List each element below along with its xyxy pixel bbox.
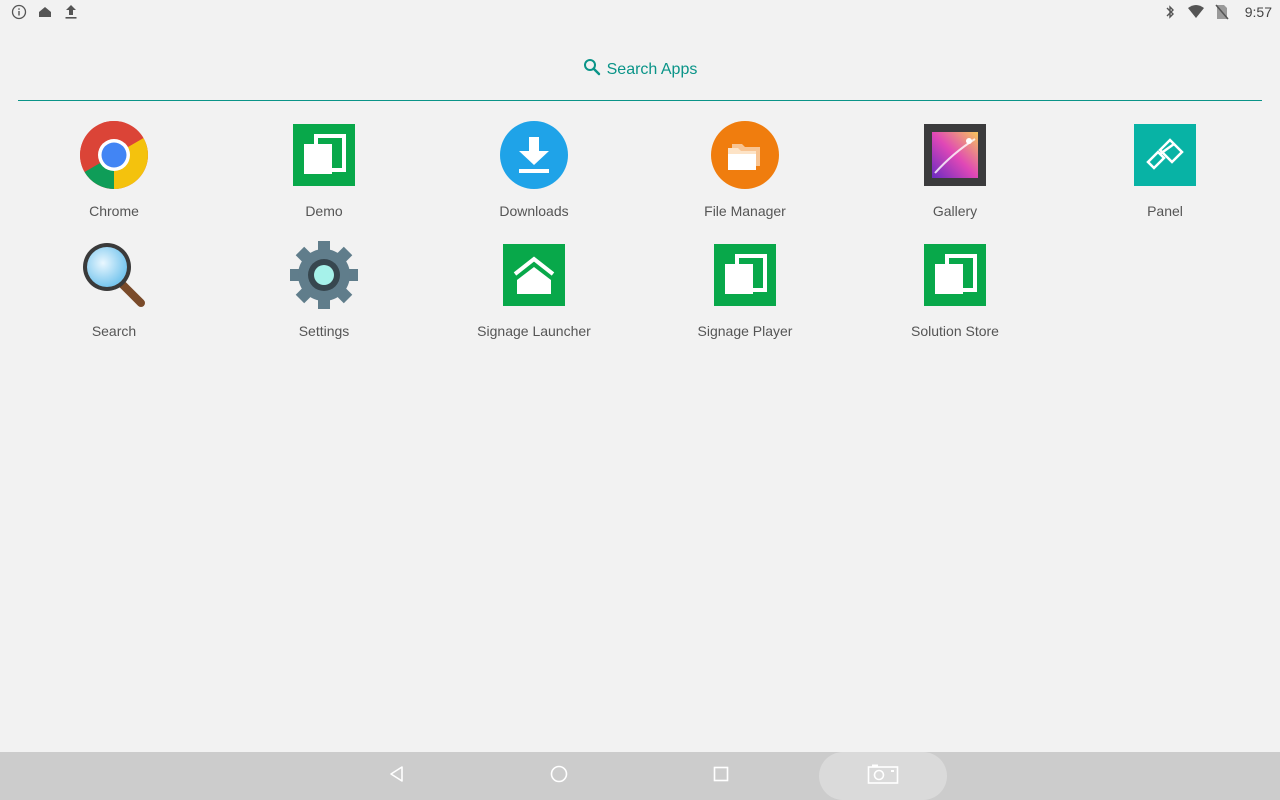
search-apps-label: Search Apps bbox=[606, 60, 698, 78]
navigation-bar bbox=[0, 752, 1280, 800]
status-bar: 9:57 bbox=[0, 0, 1280, 24]
app-settings[interactable]: Settings bbox=[219, 239, 429, 349]
bluetooth-icon bbox=[1161, 3, 1179, 21]
file-manager-icon bbox=[709, 119, 781, 191]
app-label: Solution Store bbox=[911, 323, 999, 339]
signage-player-icon bbox=[709, 239, 781, 311]
home-button[interactable] bbox=[519, 752, 599, 800]
app-file-manager[interactable]: File Manager bbox=[640, 119, 850, 229]
status-time: 9:57 bbox=[1244, 4, 1272, 20]
chrome-icon bbox=[78, 119, 150, 191]
search-icon bbox=[583, 58, 601, 81]
demo-icon bbox=[288, 119, 360, 191]
upload-icon bbox=[62, 3, 80, 21]
app-gallery[interactable]: Gallery bbox=[850, 119, 1060, 229]
app-label: Settings bbox=[298, 323, 350, 339]
app-label: Panel bbox=[1147, 203, 1183, 219]
app-label: Chrome bbox=[89, 203, 139, 219]
app-signage-launcher[interactable]: Signage Launcher bbox=[429, 239, 639, 349]
status-right: 9:57 bbox=[1161, 3, 1272, 21]
back-button[interactable] bbox=[357, 752, 437, 800]
recents-icon bbox=[711, 764, 731, 789]
home-icon bbox=[36, 3, 54, 21]
app-solution-store[interactable]: Solution Store bbox=[850, 239, 1060, 349]
app-signage-player[interactable]: Signage Player bbox=[640, 239, 850, 349]
recents-button[interactable] bbox=[681, 752, 761, 800]
search-apps-bar[interactable]: Search Apps bbox=[18, 40, 1262, 101]
app-label: Signage Launcher bbox=[477, 323, 591, 339]
wifi-icon bbox=[1187, 3, 1205, 21]
app-label: Demo bbox=[305, 203, 343, 219]
gallery-icon bbox=[919, 119, 991, 191]
screenshot-icon bbox=[867, 763, 899, 790]
status-left bbox=[10, 3, 80, 21]
no-sim-icon bbox=[1213, 3, 1231, 21]
settings-icon bbox=[288, 239, 360, 311]
app-label: Signage Player bbox=[697, 323, 793, 339]
info-icon bbox=[10, 3, 28, 21]
solution-store-icon bbox=[919, 239, 991, 311]
app-label: Search bbox=[91, 323, 137, 339]
search-app-icon bbox=[78, 239, 150, 311]
app-panel[interactable]: Panel bbox=[1060, 119, 1270, 229]
app-label: File Manager bbox=[704, 203, 786, 219]
app-chrome[interactable]: Chrome bbox=[9, 119, 219, 229]
panel-icon bbox=[1129, 119, 1201, 191]
app-demo[interactable]: Demo bbox=[219, 119, 429, 229]
downloads-icon bbox=[498, 119, 570, 191]
screenshot-button[interactable] bbox=[819, 752, 947, 800]
app-label: Downloads bbox=[499, 203, 569, 219]
signage-launcher-icon bbox=[498, 239, 570, 311]
app-label: Gallery bbox=[932, 203, 978, 219]
back-icon bbox=[387, 764, 407, 789]
search-apps-button[interactable]: Search Apps bbox=[583, 58, 698, 81]
app-downloads[interactable]: Downloads bbox=[429, 119, 639, 229]
app-search[interactable]: Search bbox=[9, 239, 219, 349]
home-icon bbox=[549, 764, 569, 789]
